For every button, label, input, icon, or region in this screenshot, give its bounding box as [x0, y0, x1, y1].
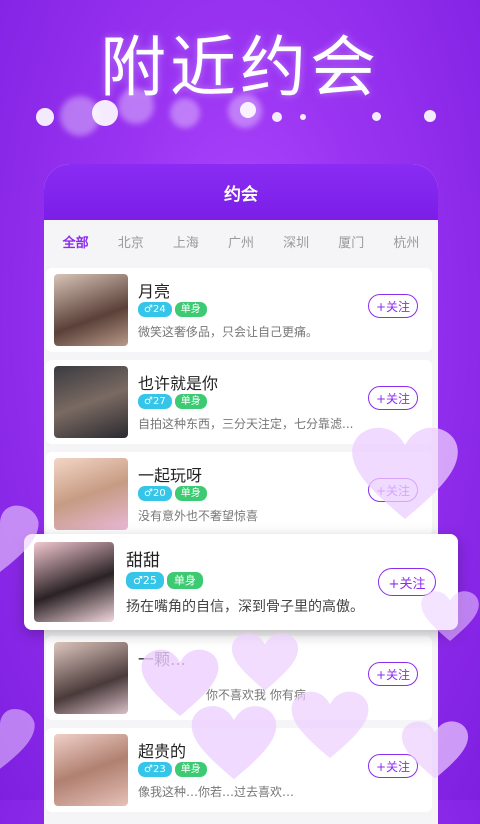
bokeh-dot — [372, 112, 381, 121]
heart-icon — [352, 427, 458, 519]
avatar — [54, 274, 128, 346]
age-badge: ♂27 — [138, 394, 172, 409]
bokeh-dot — [36, 108, 54, 126]
status-badge: 单身 — [166, 572, 203, 589]
user-tags: ♂20 单身 — [138, 486, 207, 501]
follow-button[interactable]: +关注 — [368, 662, 418, 686]
status-badge: 单身 — [174, 302, 207, 317]
user-name: 月亮 — [138, 282, 171, 301]
tab-xiamen[interactable]: 厦门 — [338, 232, 364, 251]
user-signature: 没有意外也不奢望惊喜 — [138, 509, 259, 523]
heart-icon — [0, 709, 35, 769]
tab-shanghai[interactable]: 上海 — [173, 232, 199, 251]
age-badge: ♂20 — [138, 486, 172, 501]
status-badge: 单身 — [174, 486, 207, 501]
avatar — [54, 642, 128, 714]
hero: 附近约会 — [0, 0, 480, 110]
list-item[interactable]: 月亮 ♂24 单身 微笑这奢侈品，只会让自己更痛。 +关注 — [46, 268, 432, 352]
tab-all[interactable]: 全部 — [63, 232, 89, 251]
heart-icon — [421, 591, 479, 641]
card-header: 约会 — [44, 164, 438, 220]
bokeh-dot — [424, 110, 436, 122]
avatar — [34, 542, 114, 622]
user-signature: 像我这种…你若…过去喜欢… — [138, 785, 295, 799]
avatar — [54, 734, 128, 806]
user-name: 一起玩呀 — [138, 466, 203, 485]
heart-icon — [191, 706, 277, 780]
age-badge: ♂23 — [138, 762, 172, 777]
follow-button[interactable]: +关注 — [368, 386, 418, 410]
heart-icon — [291, 691, 369, 758]
user-name: 甜甜 — [126, 551, 160, 571]
user-signature: 自拍这种东西，三分天注定，七分靠滤... — [138, 417, 354, 431]
age-badge: ♂24 — [138, 302, 172, 317]
tab-guangzhou[interactable]: 广州 — [228, 232, 254, 251]
follow-button[interactable]: +关注 — [368, 294, 418, 318]
user-name: 超贵的 — [138, 742, 187, 761]
age-badge: ♂25 — [126, 572, 164, 589]
heart-icon — [401, 721, 469, 779]
heart-icon — [0, 505, 39, 572]
tab-shenzhen[interactable]: 深圳 — [283, 232, 309, 251]
user-tags: ♂25 单身 — [126, 572, 203, 589]
hero-title: 附近约会 — [100, 29, 380, 106]
card-title: 约会 — [224, 184, 258, 205]
highlighted-list-item[interactable]: 甜甜 ♂25 单身 扬在嘴角的自信，深到骨子里的高傲。 +关注 — [24, 534, 458, 630]
heart-icon — [231, 633, 299, 691]
status-badge: 单身 — [174, 394, 207, 409]
user-signature: 微笑这奢侈品，只会让自己更痛。 — [138, 325, 319, 339]
user-name: 也许就是你 — [138, 374, 219, 393]
user-tags: ♂24 单身 — [138, 302, 207, 317]
user-signature: 扬在嘴角的自信，深到骨子里的高傲。 — [126, 599, 364, 615]
user-tags: ♂27 单身 — [138, 394, 207, 409]
tab-beijing[interactable]: 北京 — [118, 232, 144, 251]
tab-hangzhou[interactable]: 杭州 — [393, 232, 419, 251]
city-tabs: 全部 北京 上海 广州 深圳 厦门 杭州 — [44, 220, 438, 262]
bokeh-dot — [272, 112, 282, 122]
avatar — [54, 366, 128, 438]
avatar — [54, 458, 128, 530]
bokeh-dot — [300, 114, 306, 120]
